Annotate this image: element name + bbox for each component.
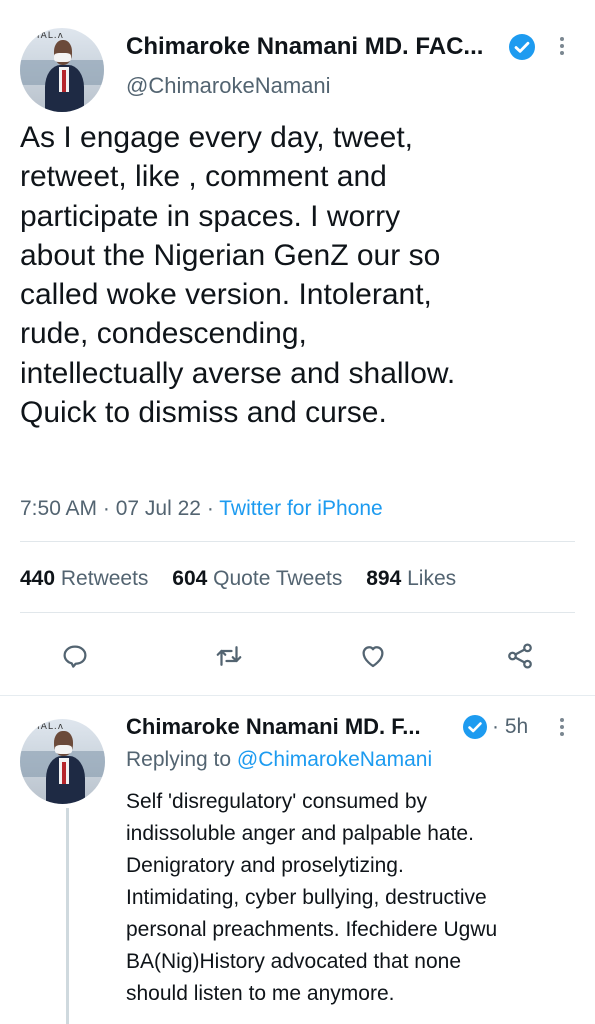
more-vertical-icon[interactable] (560, 715, 564, 739)
divider (20, 541, 575, 542)
tweet-stats: 440 Retweets 604 Quote Tweets 894 Likes (20, 567, 474, 591)
likes-stat[interactable]: 894 Likes (366, 567, 456, 590)
verified-badge-icon (509, 34, 535, 60)
time-separator: · (492, 715, 505, 738)
reply-text-line: Intimidating, cyber bullying, destructiv… (126, 886, 487, 909)
retweet-icon[interactable] (214, 641, 244, 675)
reply-time-value: 5h (504, 715, 529, 738)
verified-badge-icon (463, 715, 487, 739)
reply-author-name[interactable]: Chimaroke Nnamani MD. F... (126, 714, 421, 740)
quote-tweets-stat[interactable]: 604 Quote Tweets (172, 567, 342, 590)
tweet-meta: 7:50 AM · 07 Jul 22 · Twitter for iPhone (20, 497, 383, 521)
author-name[interactable]: Chimaroke Nnamani MD. FAC... (126, 33, 483, 61)
quotes-count: 604 (172, 567, 208, 590)
reply-text-line: Self 'disregulatory' consumed by (126, 790, 428, 813)
replying-to-label: Replying to (126, 748, 232, 771)
tweet-date[interactable]: 07 Jul 22 (116, 497, 201, 520)
tweet-text-line: rude, condescending, (20, 317, 307, 351)
retweets-count: 440 (20, 567, 56, 590)
replying-to: Replying to @ChimarokeNamani (126, 748, 432, 772)
tweet-time[interactable]: 7:50 AM (20, 497, 97, 520)
reply-author-avatar[interactable]: ⌐IAL.ʌ (20, 719, 105, 804)
likes-count: 894 (366, 567, 402, 590)
meta-separator: · (206, 497, 220, 520)
share-icon[interactable] (505, 641, 535, 675)
tweet-text-line: retweet, like , comment and (20, 160, 387, 194)
divider (20, 612, 575, 613)
tweet-text-line: about the Nigerian GenZ our so (20, 238, 441, 272)
more-vertical-icon[interactable] (560, 34, 564, 58)
meta-separator: · (102, 497, 116, 520)
replying-to-mention[interactable]: @ChimarokeNamani (237, 748, 432, 771)
reply-text-line: indissoluble anger and palpable hate. (126, 822, 474, 845)
tweet-text-line: called woke version. Intolerant, (20, 278, 432, 312)
quotes-label: Quote Tweets (213, 567, 343, 590)
likes-label: Likes (407, 567, 457, 590)
heart-icon[interactable] (358, 641, 388, 675)
author-avatar[interactable]: ⌐IAL.ʌ (20, 28, 104, 112)
tweet-text-line: participate in spaces. I worry (20, 199, 401, 233)
retweets-stat[interactable]: 440 Retweets (20, 567, 148, 590)
thread-line (66, 808, 69, 1024)
reply-icon[interactable] (60, 641, 90, 675)
section-divider (0, 695, 595, 696)
tweet-source-link[interactable]: Twitter for iPhone (219, 497, 382, 520)
tweet-text-line: Quick to dismiss and curse. (20, 396, 387, 430)
reply-text-line: should listen to me anymore. (126, 982, 395, 1005)
reply-text-line: personal preachments. Ifechidere Ugwu (126, 918, 498, 941)
retweets-label: Retweets (60, 567, 149, 590)
tweet-text-line: intellectually averse and shallow. (20, 356, 456, 390)
reply-text-line: BA(Nig)History advocated that none (126, 950, 462, 973)
tweet-text: As I engage every day, tweet, retweet, l… (20, 118, 585, 432)
reply-text-line: Denigratory and proselytizing. (126, 854, 404, 877)
reply-text: Self 'disregulatory' consumed by indisso… (126, 786, 576, 1010)
reply-time[interactable]: · 5h (492, 715, 528, 739)
tweet-text-line: As I engage every day, tweet, (20, 121, 414, 154)
author-handle[interactable]: @ChimarokeNamani (126, 73, 331, 99)
